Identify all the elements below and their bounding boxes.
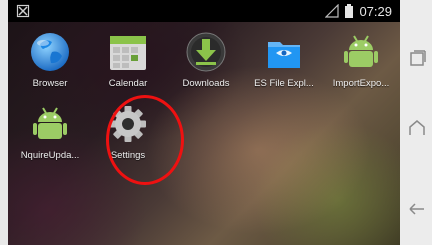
es-file-explorer-icon — [268, 42, 300, 68]
navigation-bar — [400, 0, 432, 245]
app-label: Downloads — [182, 78, 230, 89]
status-bar: 07:29 — [8, 0, 400, 22]
globe-icon — [31, 33, 69, 71]
highlight-circle — [106, 95, 184, 185]
app-es-file-explorer[interactable]: ES File Expl... — [245, 30, 323, 108]
app-label: NquireUpda... — [20, 150, 80, 161]
device-frame: 07:29 Browser Calendar Downloads ES File… — [0, 0, 432, 245]
app-label: Browser — [32, 78, 68, 89]
recent-apps-icon[interactable] — [406, 48, 428, 70]
battery-icon — [345, 4, 354, 18]
no-sim-icon — [16, 4, 30, 18]
app-importexpo[interactable]: ImportExpo... — [322, 30, 400, 108]
app-browser[interactable]: Browser — [11, 30, 89, 108]
app-label: ImportExpo... — [332, 78, 390, 89]
status-right-group: 07:29 — [325, 2, 392, 20]
app-downloads[interactable]: Downloads — [167, 30, 245, 108]
android-icon — [33, 107, 67, 139]
back-icon[interactable] — [406, 198, 428, 220]
app-nquireupda[interactable]: NquireUpda... — [11, 102, 89, 180]
download-icon — [186, 32, 226, 72]
android-icon — [344, 35, 378, 67]
app-grid: Browser Calendar Downloads ES File Expl.… — [8, 28, 400, 238]
signal-icon — [325, 4, 340, 18]
app-label: Calendar — [108, 78, 148, 89]
home-icon[interactable] — [406, 117, 428, 139]
status-time: 07:29 — [359, 3, 392, 19]
app-label: ES File Expl... — [254, 78, 314, 89]
calendar-icon — [110, 36, 146, 70]
home-screen: 07:29 Browser Calendar Downloads ES File… — [8, 0, 400, 245]
